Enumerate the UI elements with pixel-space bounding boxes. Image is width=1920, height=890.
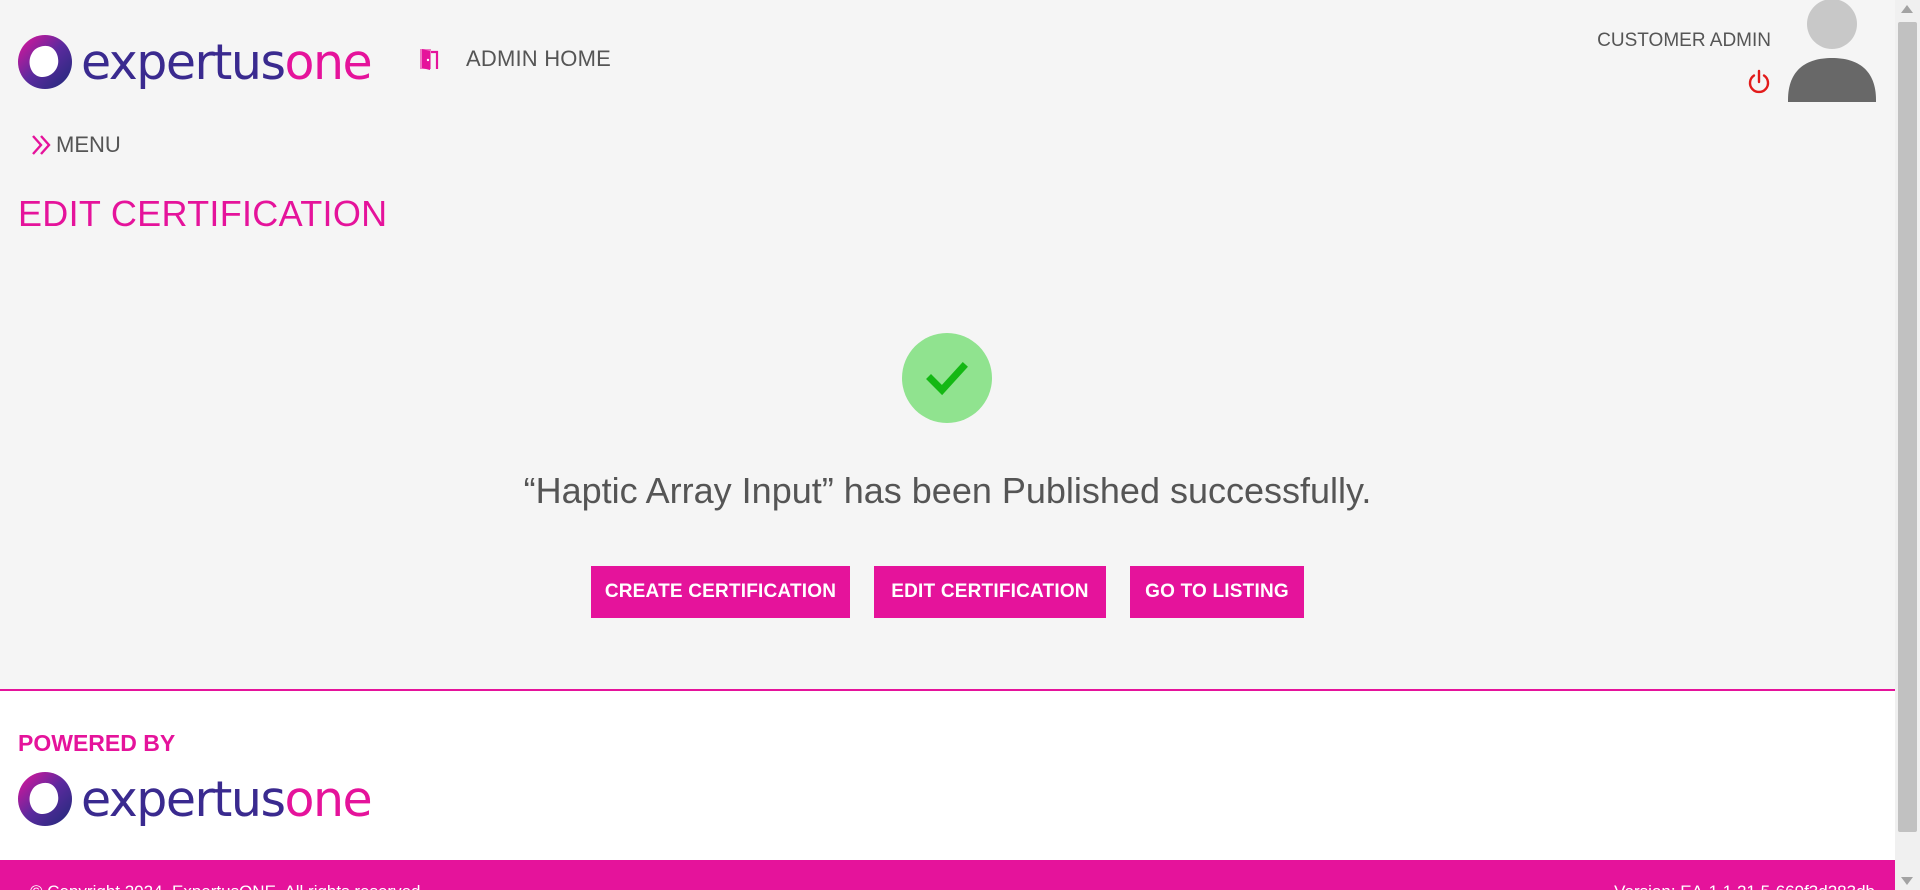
- door-icon: [420, 49, 439, 70]
- user-avatar-icon[interactable]: [1786, 0, 1878, 104]
- logo-text-one: one: [284, 33, 372, 91]
- logo-wordmark: expertusone: [81, 38, 373, 87]
- footer-logo-text-one: one: [284, 770, 372, 828]
- footer: POWERED BY expertusone: [0, 689, 1895, 860]
- footer-logo-wordmark: expertusone: [81, 775, 373, 824]
- footer-expertusone-logo: expertusone: [17, 771, 373, 827]
- vertical-scrollbar[interactable]: [1895, 0, 1920, 890]
- menu-label: MENU: [56, 132, 121, 157]
- footer-logo-mark-icon: [18, 772, 72, 826]
- success-status: [902, 333, 992, 423]
- page-title: EDIT CERTIFICATION: [18, 193, 388, 234]
- footer-logo-text-expertus: expertus: [81, 770, 286, 828]
- header: expertusone ADMIN HOME CUSTOMER ADMIN: [0, 0, 1895, 125]
- power-icon[interactable]: [1746, 68, 1772, 96]
- copyright-bar: © Copyright 2024. ExpertusONE. All right…: [0, 860, 1895, 890]
- powered-by-label: POWERED BY: [18, 730, 176, 756]
- double-chevron-right-icon: [32, 135, 51, 155]
- go-to-listing-button[interactable]: GO TO LISTING: [1130, 566, 1304, 618]
- menu-toggle[interactable]: MENU: [30, 132, 121, 158]
- edit-certification-button[interactable]: EDIT CERTIFICATION: [874, 566, 1106, 618]
- copyright-text: © Copyright 2024. ExpertusONE. All right…: [30, 882, 425, 890]
- user-name: CUSTOMER ADMIN: [1597, 30, 1771, 51]
- version-text: Version: EA-1.1.21.5-669f3d283db: [1614, 882, 1875, 890]
- expertusone-logo[interactable]: expertusone: [17, 34, 373, 90]
- scrollbar-thumb[interactable]: [1898, 22, 1917, 832]
- checkmark-icon: [926, 362, 968, 396]
- admin-home-link[interactable]: ADMIN HOME: [416, 46, 611, 72]
- logo-text-expertus: expertus: [81, 33, 286, 91]
- admin-home-label: ADMIN HOME: [466, 46, 611, 71]
- scroll-down-arrow-icon[interactable]: [1901, 877, 1913, 885]
- create-certification-button[interactable]: CREATE CERTIFICATION: [591, 566, 850, 618]
- logo-mark-icon: [18, 35, 72, 89]
- success-message: “Haptic Array Input” has been Published …: [523, 470, 1372, 511]
- scroll-up-arrow-icon[interactable]: [1901, 5, 1913, 13]
